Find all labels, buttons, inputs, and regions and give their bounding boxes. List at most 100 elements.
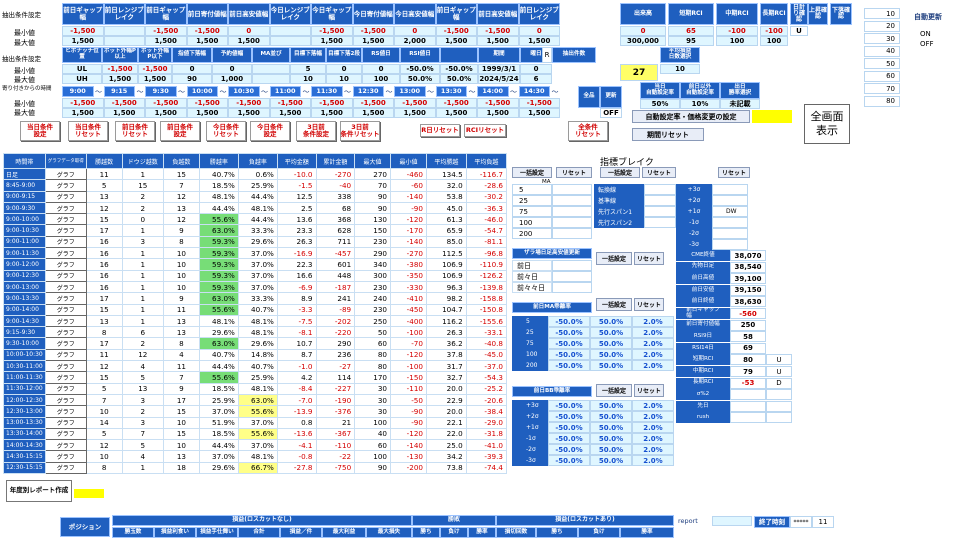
ma-btn-3[interactable]: リセット <box>642 167 676 178</box>
graph-button[interactable]: グラフ <box>44 201 87 215</box>
report-field[interactable] <box>712 516 752 526</box>
right1-max-0[interactable]: 300,000 <box>620 36 666 46</box>
condition-button-6[interactable]: 3日前 条件設定 <box>296 121 336 141</box>
all-reset-button[interactable]: 全条件 リセット <box>568 121 608 141</box>
row4-max-4[interactable]: 1,500 <box>228 108 270 118</box>
bb-rate-min-0[interactable]: -50.0% <box>548 400 590 411</box>
row4-max-2[interactable]: 1,500 <box>145 108 187 118</box>
table-row[interactable]: 14:00-14:30 グラフ 12 5 10 44.4% 37.0% -4.1 -110 60-… <box>3 439 508 452</box>
ma-rate-step-3[interactable]: 2.0% <box>632 349 674 360</box>
table-row[interactable]: 9:15-9:30 グラフ 8 6 13 29.6% 48.1% -8.1 -220 50 -100… <box>3 326 508 339</box>
row2-min-10[interactable]: -50.0% <box>440 64 478 74</box>
row2-max-8[interactable]: 100 <box>362 74 400 84</box>
row4-min-8[interactable]: -1,500 <box>394 98 436 108</box>
right1-u[interactable]: U <box>790 26 808 36</box>
time-6[interactable]: 11:30 <box>311 86 343 97</box>
row2-max-2[interactable]: 1,500 <box>138 74 172 84</box>
bb-rate-min-1[interactable]: -50.0% <box>548 411 590 422</box>
bb-input-1[interactable] <box>712 195 748 206</box>
ma-rate-min-4[interactable]: -50.0% <box>548 360 590 371</box>
ma-rate-min-0[interactable]: -50.0% <box>548 316 590 327</box>
row1-max-7[interactable]: 1,500 <box>352 36 394 46</box>
row4-max-1[interactable]: 1,500 <box>103 108 145 118</box>
off-label[interactable]: OFF <box>920 39 950 48</box>
row4-min-3[interactable]: -1,500 <box>186 98 228 108</box>
bb-rate-max-1[interactable]: 50.0% <box>590 411 632 422</box>
row4-min-9[interactable]: -1,500 <box>435 98 477 108</box>
row4-max-3[interactable]: 1,500 <box>186 108 228 118</box>
gap-input-0[interactable] <box>552 260 592 271</box>
row2-r[interactable]: R <box>542 47 552 63</box>
graph-button[interactable]: グラフ <box>44 247 87 260</box>
row1-min-9[interactable]: -1,500 <box>435 26 477 36</box>
row1-min-0[interactable]: -1,500 <box>62 26 104 36</box>
table-row[interactable]: 9:00-12:30 グラフ 16 1 10 59.3% 37.0% 16.6 448 300 -3… <box>3 269 508 282</box>
ichimoku-input-0[interactable] <box>644 184 676 195</box>
bb-rate-min-2[interactable]: -50.0% <box>548 422 590 433</box>
row1-min-4[interactable]: 0 <box>228 26 270 36</box>
row4-min-10[interactable]: -1,500 <box>477 98 519 108</box>
prev-extra-11[interactable]: D <box>766 377 792 389</box>
time-9[interactable]: 13:30 <box>435 86 467 97</box>
graph-button[interactable]: グラフ <box>44 450 87 463</box>
table-row[interactable]: 9:00-14:30 グラフ 13 1 13 48.1% 48.1% -7.5 -202 250-… <box>3 314 508 328</box>
graph-button[interactable]: グラフ <box>44 235 87 249</box>
row2-max-3[interactable]: 90 <box>172 74 212 84</box>
ma-input-3[interactable] <box>552 217 592 228</box>
graph-button[interactable]: グラフ <box>44 326 87 339</box>
gap-input-2[interactable] <box>552 282 592 293</box>
table-row[interactable]: 9:00-12:00 グラフ 16 1 10 59.3% 37.0% 22.3 601 340 -3… <box>3 258 508 271</box>
bb-rate-max-2[interactable]: 50.0% <box>590 422 632 433</box>
ma-rate-min-1[interactable]: -50.0% <box>548 327 590 338</box>
right1-min-1[interactable]: 65 <box>668 26 714 36</box>
ichimoku-input-1[interactable] <box>644 195 676 206</box>
row1-max-10[interactable]: 1,500 <box>477 36 519 46</box>
bb-input-5[interactable] <box>712 239 748 250</box>
row2-max-10[interactable]: 50.0% <box>440 74 478 84</box>
table-row[interactable]: 13:30-14:00 グラフ 5 7 15 18.5% 55.6% -13.6 -367 40-… <box>3 427 508 441</box>
auto-setting-button[interactable]: 自動設定率・価格変更の設定 <box>632 110 750 123</box>
graph-button[interactable]: グラフ <box>44 416 87 429</box>
time-11[interactable]: 14:30 <box>518 86 550 97</box>
ma-rate-min-2[interactable]: -50.0% <box>548 338 590 349</box>
period-reset-button[interactable]: 期間リセット <box>632 128 704 141</box>
graph-button[interactable]: グラフ <box>44 314 87 328</box>
table-row[interactable]: 9:30-10:00 グラフ 17 2 8 63.0% 29.6% 10.7 290 60 -70 3… <box>3 337 508 350</box>
table-row[interactable]: 9:00-10:00 グラフ 15 0 12 55.6% 44.4% 13.6 368 130 -1… <box>3 213 508 226</box>
ma-btn-0[interactable]: 一括設定 <box>512 167 552 178</box>
ma-rate-step-4[interactable]: 2.0% <box>632 360 674 371</box>
row4-max-5[interactable]: 1,500 <box>269 108 311 118</box>
ma-rate-step-1[interactable]: 2.0% <box>632 327 674 338</box>
row2-min-1[interactable]: -1,500 <box>102 64 138 74</box>
right1-max-1[interactable]: 95 <box>668 36 714 46</box>
avg-value[interactable]: 10 <box>660 64 700 74</box>
row4-min-0[interactable]: -1,500 <box>62 98 104 108</box>
pct-val-0[interactable]: 50% <box>640 99 680 109</box>
row2-max-1[interactable]: 1,500 <box>102 74 138 84</box>
table-row[interactable]: 9:00-9:30 グラフ 12 2 13 44.4% 48.1% 2.5 68 90 -90 45.… <box>3 201 508 215</box>
row2-max-12[interactable]: 6 <box>520 74 552 84</box>
ma-rate-max-3[interactable]: 50.0% <box>590 349 632 360</box>
row4-min-2[interactable]: -1,500 <box>145 98 187 108</box>
bb-rate-max-5[interactable]: 50.0% <box>590 455 632 466</box>
graph-button[interactable]: グラフ <box>44 258 87 271</box>
row4-max-7[interactable]: 1,500 <box>352 108 394 118</box>
row1-max-6[interactable]: 1,500 <box>311 36 353 46</box>
table-row[interactable]: 9:00-14:00 グラフ 15 1 11 55.6% 40.7% -3.3 -89 230 -4… <box>3 303 508 316</box>
bb-rate-max-0[interactable]: 50.0% <box>590 400 632 411</box>
graph-button[interactable]: グラフ <box>44 382 87 395</box>
graph-button[interactable]: グラフ <box>44 360 87 373</box>
graph-button[interactable]: グラフ <box>44 190 87 203</box>
table-row[interactable]: 日足 グラフ 11 1 15 40.7% 0.6% -10.0 -270 270 -460 134.5… <box>3 167 508 181</box>
time-1[interactable]: 9:15 <box>103 86 135 97</box>
rci-reset-button[interactable]: RCIリセット <box>464 124 506 137</box>
row4-min-1[interactable]: -1,500 <box>103 98 145 108</box>
condition-button-0[interactable]: 当日条件 設定 <box>20 121 60 141</box>
row1-max-0[interactable]: 1,500 <box>62 36 104 46</box>
row2-min-5[interactable] <box>252 64 290 74</box>
ma-input-2[interactable] <box>552 206 592 217</box>
row4-min-7[interactable]: -1,500 <box>352 98 394 108</box>
bb-rate-min-5[interactable]: -50.0% <box>548 455 590 466</box>
row4-max-6[interactable]: 1,500 <box>311 108 353 118</box>
row4-min-11[interactable]: -1,500 <box>518 98 560 108</box>
